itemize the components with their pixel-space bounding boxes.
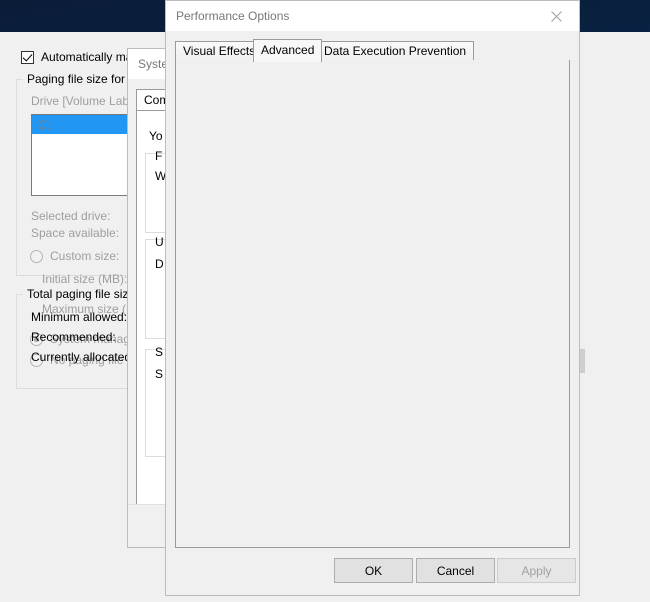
- initial-size-label: Initial size (MB):: [42, 272, 127, 286]
- sysprop-fragment: S: [155, 367, 163, 381]
- recommended-label: Recommended:: [31, 330, 116, 344]
- space-available-label: Space available:: [31, 226, 119, 240]
- performance-options-footer: OK Cancel Apply: [166, 549, 579, 595]
- custom-size-radio-row[interactable]: Custom size:: [30, 249, 119, 263]
- sysprop-fragment: S: [155, 345, 163, 359]
- tab-visual-effects[interactable]: Visual Effects: [175, 41, 263, 61]
- tab-advanced[interactable]: Advanced: [253, 39, 322, 62]
- column-header-drive: Drive [Volume Label]: [31, 94, 142, 108]
- performance-options-titlebar[interactable]: Performance Options: [166, 1, 579, 31]
- currently-allocated-label: Currently allocated:: [31, 350, 134, 364]
- custom-size-radio[interactable]: [30, 250, 43, 263]
- custom-size-label: Custom size:: [50, 249, 119, 263]
- performance-options-window[interactable]: Performance Options Visual Effects Advan…: [165, 0, 580, 596]
- sysprop-fragment: Yo: [149, 129, 163, 143]
- sysprop-fragment: U: [155, 235, 164, 249]
- auto-manage-checkbox[interactable]: [21, 51, 34, 64]
- apply-button: Apply: [497, 558, 576, 583]
- drive-letter: C:: [38, 118, 50, 132]
- tab-data-execution-prevention[interactable]: Data Execution Prevention: [316, 41, 474, 61]
- performance-options-panel: [175, 60, 570, 548]
- performance-options-tabstrip[interactable]: Visual Effects Advanced Data Execution P…: [175, 39, 575, 61]
- minimum-allowed-label: Minimum allowed:: [31, 310, 127, 324]
- close-icon[interactable]: [534, 2, 579, 31]
- sysprop-fragment: F: [155, 149, 162, 163]
- cancel-button[interactable]: Cancel: [416, 558, 495, 583]
- performance-options-title: Performance Options: [166, 9, 534, 23]
- sysprop-fragment: D: [155, 257, 164, 271]
- selected-drive-label: Selected drive:: [31, 209, 110, 223]
- ok-button[interactable]: OK: [334, 558, 413, 583]
